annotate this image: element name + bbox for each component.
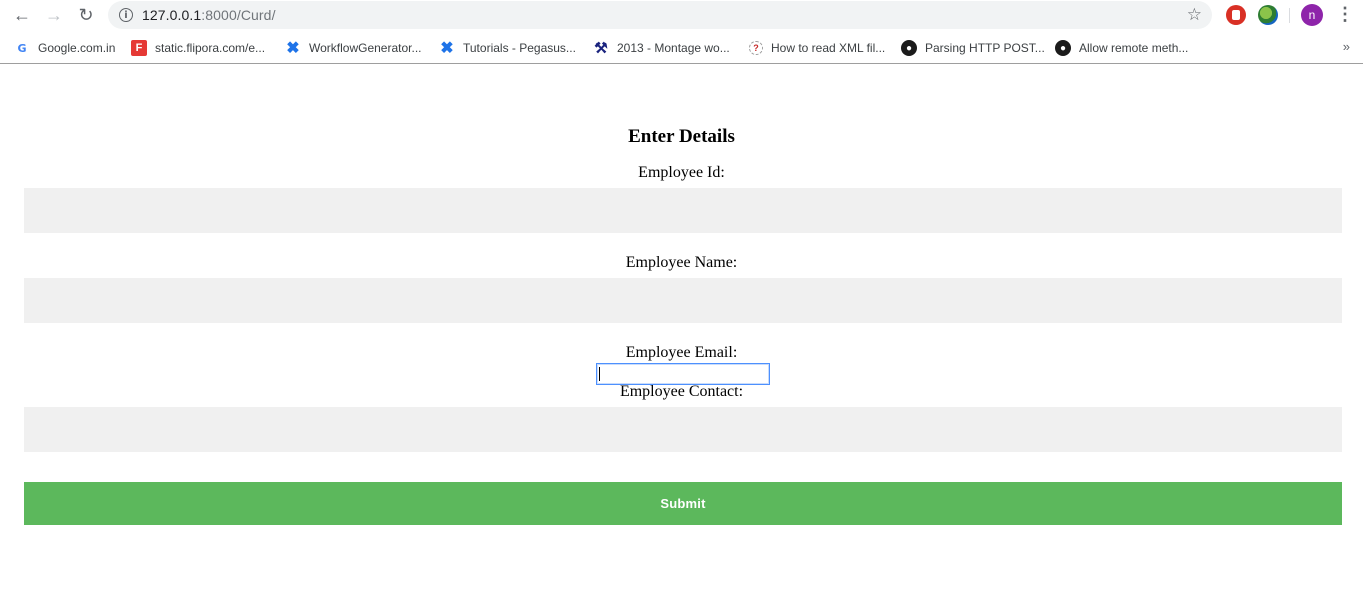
adblock-extension-icon[interactable] [1226, 5, 1246, 25]
profile-avatar[interactable]: n [1301, 4, 1323, 26]
browser-menu-icon[interactable]: ⋮ [1336, 4, 1354, 25]
github-icon: ● [901, 40, 917, 56]
bookmark-workflowgenerator[interactable]: ✖ WorkflowGenerator... [285, 38, 422, 58]
text-cursor [599, 367, 600, 381]
confluence-icon: ✖ [286, 40, 300, 57]
tools-icon: ⚒ [594, 40, 608, 57]
bookmark-allow-remote[interactable]: ● Allow remote meth... [1055, 38, 1188, 58]
forward-arrow-icon[interactable]: → [40, 1, 68, 29]
employee-form-page: Enter Details Employee Id: Employee Name… [0, 64, 1363, 608]
employee-email-label: Employee Email: [625, 344, 738, 361]
bookmark-star-icon[interactable]: ☆ [1187, 5, 1202, 25]
employee-name-label: Employee Name: [625, 254, 738, 271]
form-title: Enter Details [628, 126, 735, 147]
browser-toolbar: ← → ↻ i 127.0.0.1:8000/Curd/ ☆ n ⋮ [0, 0, 1363, 31]
bookmark-label: 2013 - Montage wo... [617, 41, 730, 55]
bookmark-label: Google.com.in [38, 41, 116, 55]
back-arrow-icon[interactable]: ← [8, 1, 36, 29]
globe-extension-icon[interactable] [1258, 5, 1278, 25]
employee-id-input[interactable] [24, 188, 1342, 233]
employee-name-input[interactable] [24, 278, 1342, 323]
site-info-icon[interactable]: i [119, 8, 133, 22]
bookmark-flipora[interactable]: F static.flipora.com/e... [131, 38, 265, 58]
address-bar[interactable]: i 127.0.0.1:8000/Curd/ ☆ [108, 1, 1212, 29]
bookmark-label: Parsing HTTP POST... [925, 41, 1045, 55]
bookmark-label: WorkflowGenerator... [309, 41, 422, 55]
question-icon: ? [749, 41, 763, 55]
bookmark-label: Allow remote meth... [1079, 41, 1189, 55]
toolbar-divider [1289, 8, 1290, 23]
google-icon: G [17, 41, 27, 55]
employee-email-input[interactable] [596, 363, 770, 385]
bookmark-tutorials-pegasus[interactable]: ✖ Tutorials - Pegasus... [439, 38, 576, 58]
bookmark-montage[interactable]: ⚒ 2013 - Montage wo... [593, 38, 730, 58]
confluence-icon: ✖ [440, 40, 454, 57]
url-path: :8000/Curd/ [201, 7, 276, 23]
more-bookmarks-chevron-icon[interactable]: » [1343, 39, 1350, 54]
github-icon: ● [1055, 40, 1071, 56]
bookmark-parsing-http-post[interactable]: ● Parsing HTTP POST... [901, 38, 1045, 58]
bookmark-label: Tutorials - Pegasus... [463, 41, 576, 55]
bookmark-label: static.flipora.com/e... [155, 41, 266, 55]
bookmarks-bar: G Google.com.in F static.flipora.com/e..… [0, 31, 1363, 64]
employee-contact-label: Employee Contact: [619, 383, 744, 400]
flipora-icon: F [131, 40, 147, 56]
reload-icon[interactable]: ↻ [72, 1, 100, 29]
bookmark-google[interactable]: G Google.com.in [14, 38, 115, 58]
employee-id-label: Employee Id: [638, 164, 725, 181]
bookmark-label: How to read XML fil... [771, 41, 886, 55]
bookmark-read-xml[interactable]: ? How to read XML fil... [749, 38, 885, 58]
employee-contact-input[interactable] [24, 407, 1342, 452]
url-text[interactable]: 127.0.0.1:8000/Curd/ [142, 7, 276, 23]
submit-button[interactable]: Submit [24, 482, 1342, 525]
url-host: 127.0.0.1 [142, 7, 202, 23]
